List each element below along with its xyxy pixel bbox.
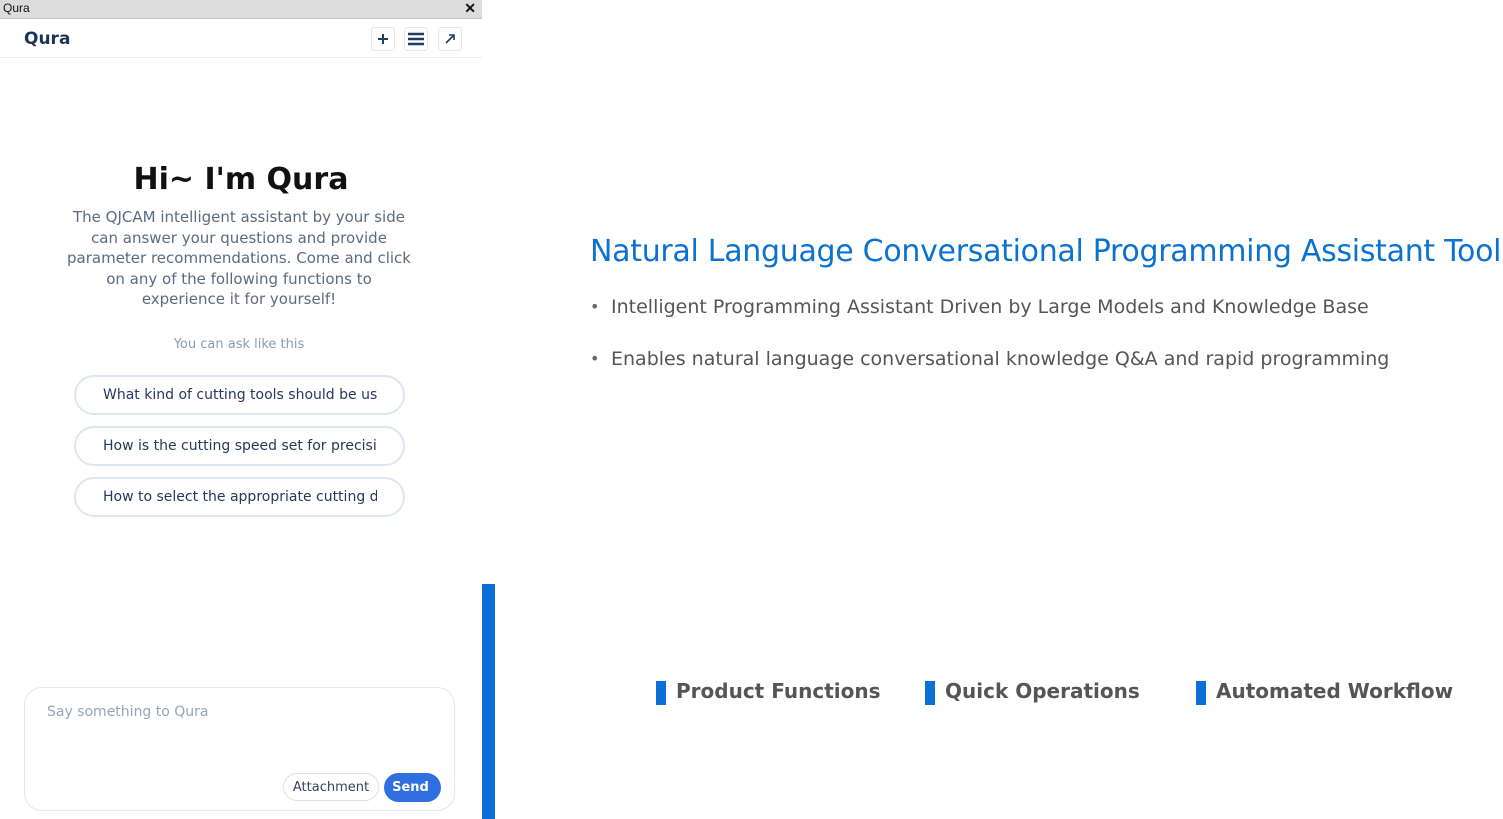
suggestion-chip-2[interactable]: How is the cutting speed set for precisi… [74, 426, 405, 466]
bullet-dot-icon: • [590, 349, 600, 368]
message-composer: Attachment Send [24, 687, 455, 811]
brand-title: Qura [24, 29, 71, 49]
bullet-text: Intelligent Programming Assistant Driven… [611, 296, 1369, 318]
window-titlebar[interactable]: Qura ✕ [0, 0, 482, 19]
message-input[interactable] [47, 704, 427, 754]
plus-icon [378, 34, 388, 44]
send-button[interactable]: Send [384, 773, 441, 802]
feature-marker [1196, 681, 1206, 705]
greeting-heading: Hi~ I'm Qura [133, 162, 349, 197]
feature-marker [656, 681, 666, 705]
menu-icon [408, 32, 424, 46]
feature-label: Product Functions [676, 679, 881, 703]
new-chat-button[interactable] [371, 27, 395, 51]
close-icon[interactable]: ✕ [464, 0, 476, 17]
feature-label: Quick Operations [945, 679, 1140, 703]
suggestion-label: What kind of cutting tools should be use… [103, 387, 377, 403]
feature-label: Automated Workflow [1216, 679, 1454, 703]
expand-button[interactable] [438, 27, 462, 51]
expand-arrow-icon [445, 34, 455, 44]
intro-text: The QJCAM intelligent assistant by your … [67, 208, 411, 308]
suggestion-chip-1[interactable]: What kind of cutting tools should be use… [74, 375, 405, 415]
window-title: Qura [3, 1, 30, 15]
slide-bullets: • Intelligent Programming Assistant Driv… [590, 294, 1389, 398]
accent-bar [482, 584, 495, 819]
bullet-item: • Enables natural language conversationa… [590, 346, 1389, 398]
qura-chat-window: Qura ✕ Qura Hi~ I'm Qura The QJCAM intel… [0, 0, 482, 819]
suggestion-label: How is the cutting speed set for precisi… [103, 438, 377, 454]
ask-hint: You can ask like this [173, 337, 305, 352]
chat-header: Qura [0, 20, 482, 58]
feature-marker [925, 681, 935, 705]
bullet-dot-icon: • [590, 297, 600, 316]
suggestion-chip-3[interactable]: How to select the appropriate cutting de… [74, 477, 405, 517]
bullet-text: Enables natural language conversational … [611, 348, 1390, 370]
menu-button[interactable] [404, 27, 428, 51]
slide-title: Natural Language Conversational Programm… [590, 234, 1502, 269]
bullet-item: • Intelligent Programming Assistant Driv… [590, 294, 1389, 346]
attachment-button[interactable]: Attachment [283, 773, 379, 801]
suggestion-label: How to select the appropriate cutting de… [103, 489, 377, 505]
